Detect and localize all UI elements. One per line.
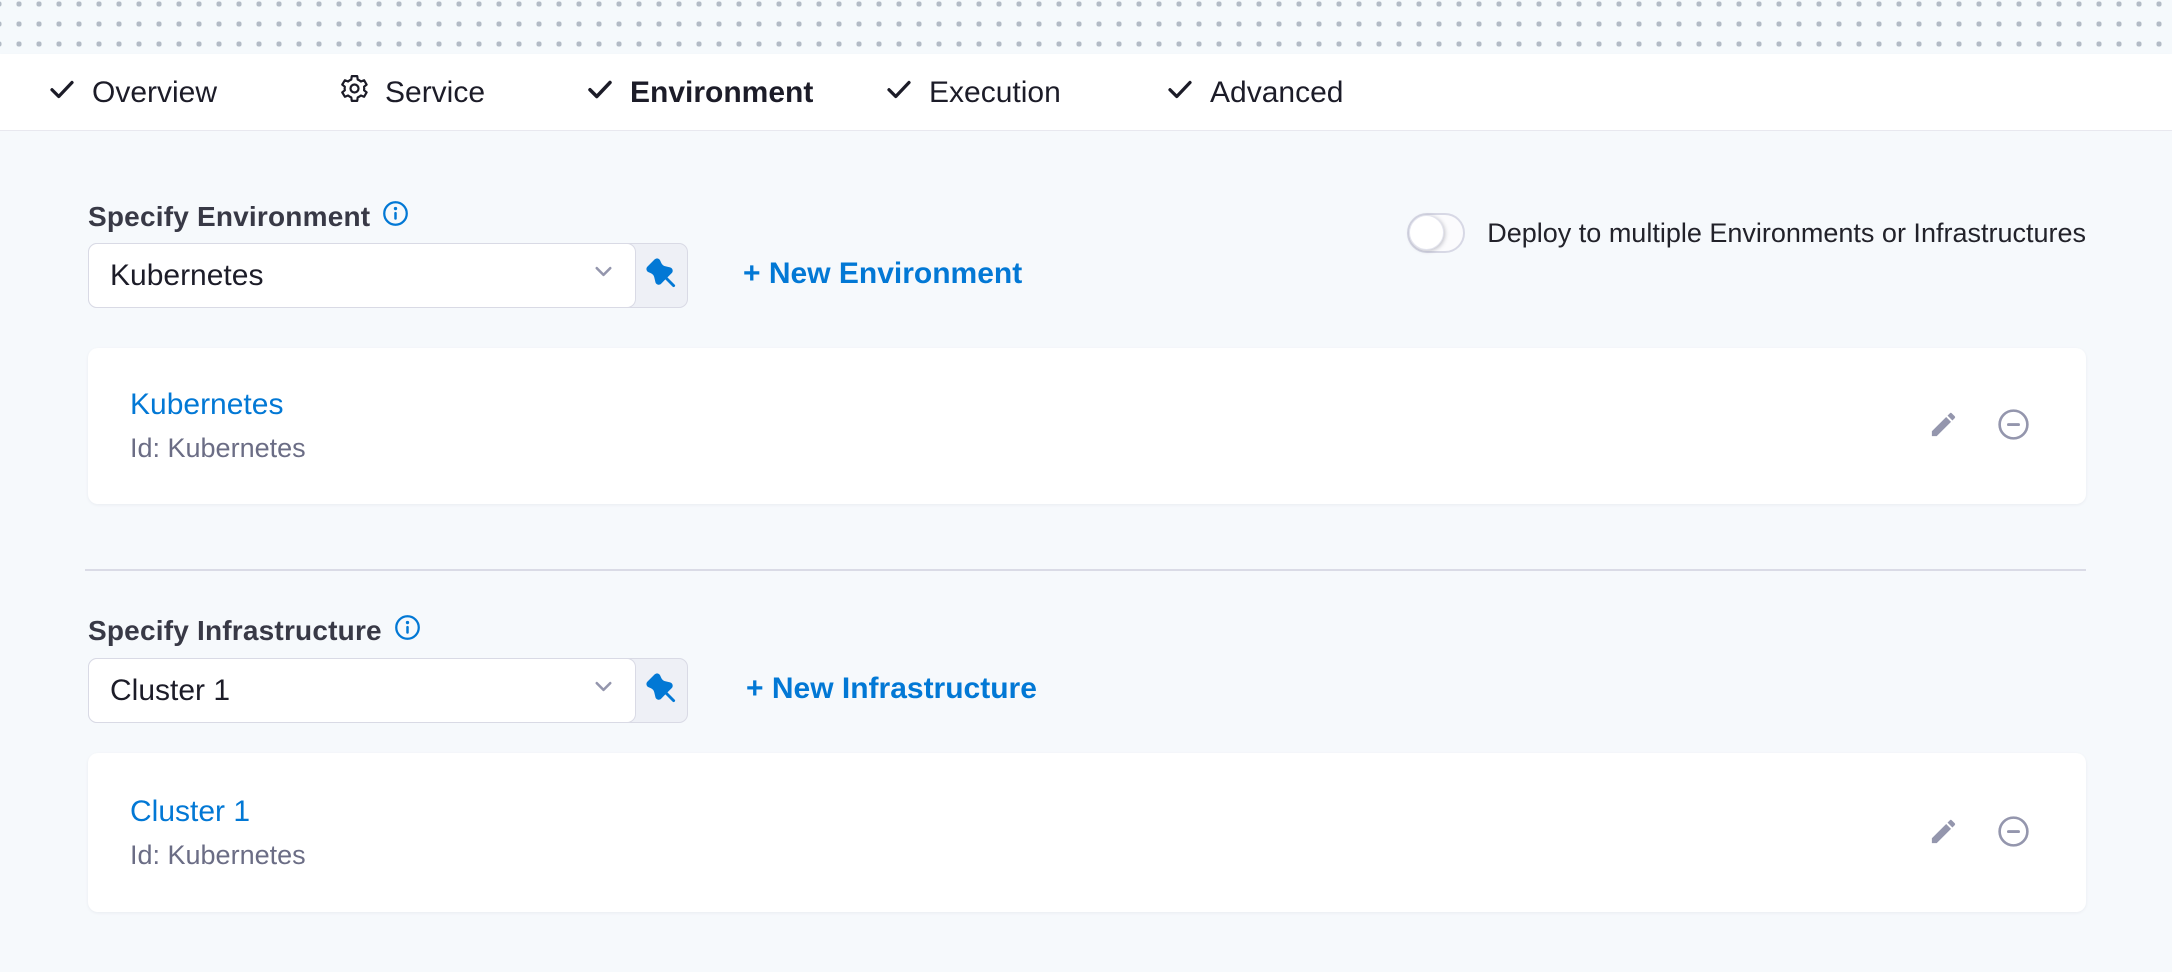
environment-tab-panel: Specify Environment Kubernetes + New Env… [0, 131, 2172, 972]
info-icon[interactable] [394, 614, 421, 648]
remove-infrastructure-button[interactable] [1995, 813, 2032, 853]
multi-environment-toggle[interactable] [1407, 213, 1465, 253]
tab-service[interactable]: Service [339, 54, 485, 131]
pencil-icon [1928, 816, 1959, 850]
infrastructure-card-text: Cluster 1 Id: Kubernetes [130, 795, 306, 871]
edit-environment-button[interactable] [1928, 409, 1959, 443]
chevron-down-icon [590, 258, 617, 293]
check-icon [585, 74, 615, 112]
tab-execution[interactable]: Execution [884, 54, 1061, 131]
minus-circle-icon [1995, 406, 2032, 446]
section-divider [85, 569, 2086, 571]
gear-icon [339, 73, 370, 112]
infrastructure-card-id: Id: Kubernetes [130, 840, 306, 871]
specify-infrastructure-label: Specify Infrastructure [88, 614, 421, 648]
check-icon [47, 74, 77, 112]
infrastructure-card-actions [1928, 813, 2032, 853]
tab-label: Advanced [1210, 76, 1343, 110]
multi-environment-toggle-label: Deploy to multiple Environments or Infra… [1487, 218, 2086, 249]
edit-infrastructure-button[interactable] [1928, 816, 1959, 850]
multi-environment-toggle-row: Deploy to multiple Environments or Infra… [1407, 211, 2086, 255]
pin-icon [646, 258, 677, 294]
environment-select-value: Kubernetes [110, 259, 263, 293]
new-infrastructure-link[interactable]: + New Infrastructure [746, 672, 1037, 706]
remove-environment-button[interactable] [1995, 406, 2032, 446]
tab-label: Execution [929, 76, 1061, 110]
infrastructure-card: Cluster 1 Id: Kubernetes [88, 753, 2086, 912]
environment-select[interactable]: Kubernetes [88, 243, 636, 308]
pipeline-canvas-background [0, 0, 2172, 54]
new-environment-link[interactable]: + New Environment [743, 257, 1022, 291]
section-label-text: Specify Infrastructure [88, 615, 382, 647]
environment-card: Kubernetes Id: Kubernetes [88, 348, 2086, 504]
infrastructure-select[interactable]: Cluster 1 [88, 658, 636, 723]
section-label-text: Specify Environment [88, 201, 370, 233]
pin-infrastructure-button[interactable] [636, 659, 687, 722]
infrastructure-select-group: Cluster 1 [88, 658, 688, 723]
check-icon [884, 74, 914, 112]
tab-environment[interactable]: Environment [585, 54, 813, 131]
tab-label: Service [385, 76, 485, 110]
infrastructure-select-value: Cluster 1 [110, 674, 230, 708]
specify-environment-label: Specify Environment [88, 200, 409, 234]
minus-circle-icon [1995, 813, 2032, 853]
environment-card-title[interactable]: Kubernetes [130, 388, 306, 422]
chevron-down-icon [590, 673, 617, 708]
pin-environment-button[interactable] [636, 244, 687, 307]
tab-advanced[interactable]: Advanced [1165, 54, 1343, 131]
environment-card-id: Id: Kubernetes [130, 433, 306, 464]
infrastructure-card-title[interactable]: Cluster 1 [130, 795, 306, 829]
toggle-knob [1409, 215, 1444, 250]
tab-overview[interactable]: Overview [47, 54, 217, 131]
stage-tabbar: Overview Service Environment Execution A… [0, 54, 2172, 131]
check-icon [1165, 74, 1195, 112]
environment-card-actions [1928, 406, 2032, 446]
tab-label: Overview [92, 76, 217, 110]
environment-select-group: Kubernetes [88, 243, 688, 308]
tab-label: Environment [630, 76, 813, 110]
info-icon[interactable] [382, 200, 409, 234]
environment-card-text: Kubernetes Id: Kubernetes [130, 388, 306, 464]
pin-icon [646, 673, 677, 709]
pencil-icon [1928, 409, 1959, 443]
